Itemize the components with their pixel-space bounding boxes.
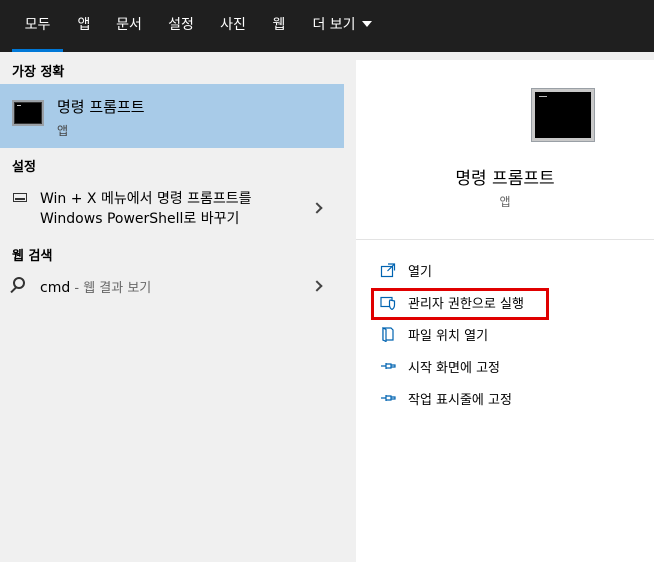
action-label: 작업 표시줄에 고정 <box>408 393 512 408</box>
tab-more-label: 더 보기 <box>312 17 356 33</box>
pane-gap <box>344 52 356 562</box>
filter-tab-bar: 모두 앱 문서 설정 사진 웹 더 보기 <box>0 0 654 52</box>
web-search-query: cmd <box>40 280 71 296</box>
tab-apps[interactable]: 앱 <box>70 0 98 52</box>
action-label: 파일 위치 열기 <box>408 329 489 344</box>
settings-result-line1: Win + X 메뉴에서 명령 프롬프트를 <box>40 191 252 207</box>
best-match-title: 명령 프롬프트 <box>57 98 145 116</box>
tab-more[interactable]: 더 보기 <box>306 0 378 52</box>
tab-documents[interactable]: 문서 <box>108 0 150 52</box>
chevron-right-icon[interactable] <box>311 280 323 292</box>
right-pane-top-strip <box>356 52 654 60</box>
keyboard-icon <box>13 193 27 202</box>
best-match-item[interactable]: 명령 프롬프트 앱 <box>0 84 344 148</box>
pin-icon <box>381 363 396 369</box>
best-match-header: 가장 정확 <box>12 65 65 80</box>
highlight-box <box>371 288 549 320</box>
open-icon <box>380 263 396 278</box>
preview-subtitle: 앱 <box>499 195 511 209</box>
tab-photos[interactable]: 사진 <box>212 0 254 52</box>
chevron-right-icon[interactable] <box>311 202 323 214</box>
settings-result-line2: Windows PowerShell로 바꾸기 <box>40 211 240 227</box>
tab-web[interactable]: 웹 <box>264 0 294 52</box>
settings-result-text: Win + X 메뉴에서 명령 프롬프트를 Windows PowerShell… <box>40 189 252 229</box>
command-prompt-icon <box>12 100 44 126</box>
file-location-icon <box>382 327 394 342</box>
search-icon <box>13 277 25 289</box>
action-label: 시작 화면에 고정 <box>408 361 500 376</box>
web-search-text: cmd - 웹 결과 보기 <box>40 277 151 296</box>
best-match-subtitle: 앱 <box>57 124 69 138</box>
preview-title: 명령 프롬프트 <box>455 169 555 189</box>
results-pane: 가장 정확 명령 프롬프트 앱 설정 Win + X 메뉴에서 명령 프롬프트를… <box>0 52 344 562</box>
command-prompt-icon <box>532 89 594 141</box>
divider <box>356 239 654 240</box>
pin-icon <box>381 395 396 401</box>
web-search-header: 웹 검색 <box>12 249 53 264</box>
tab-all[interactable]: 모두 <box>12 0 63 52</box>
action-label: 열기 <box>408 265 432 280</box>
web-search-suffix: - 웹 결과 보기 <box>70 281 152 296</box>
chevron-down-icon <box>361 21 372 27</box>
tab-settings[interactable]: 설정 <box>160 0 202 52</box>
settings-header: 설정 <box>12 160 36 175</box>
